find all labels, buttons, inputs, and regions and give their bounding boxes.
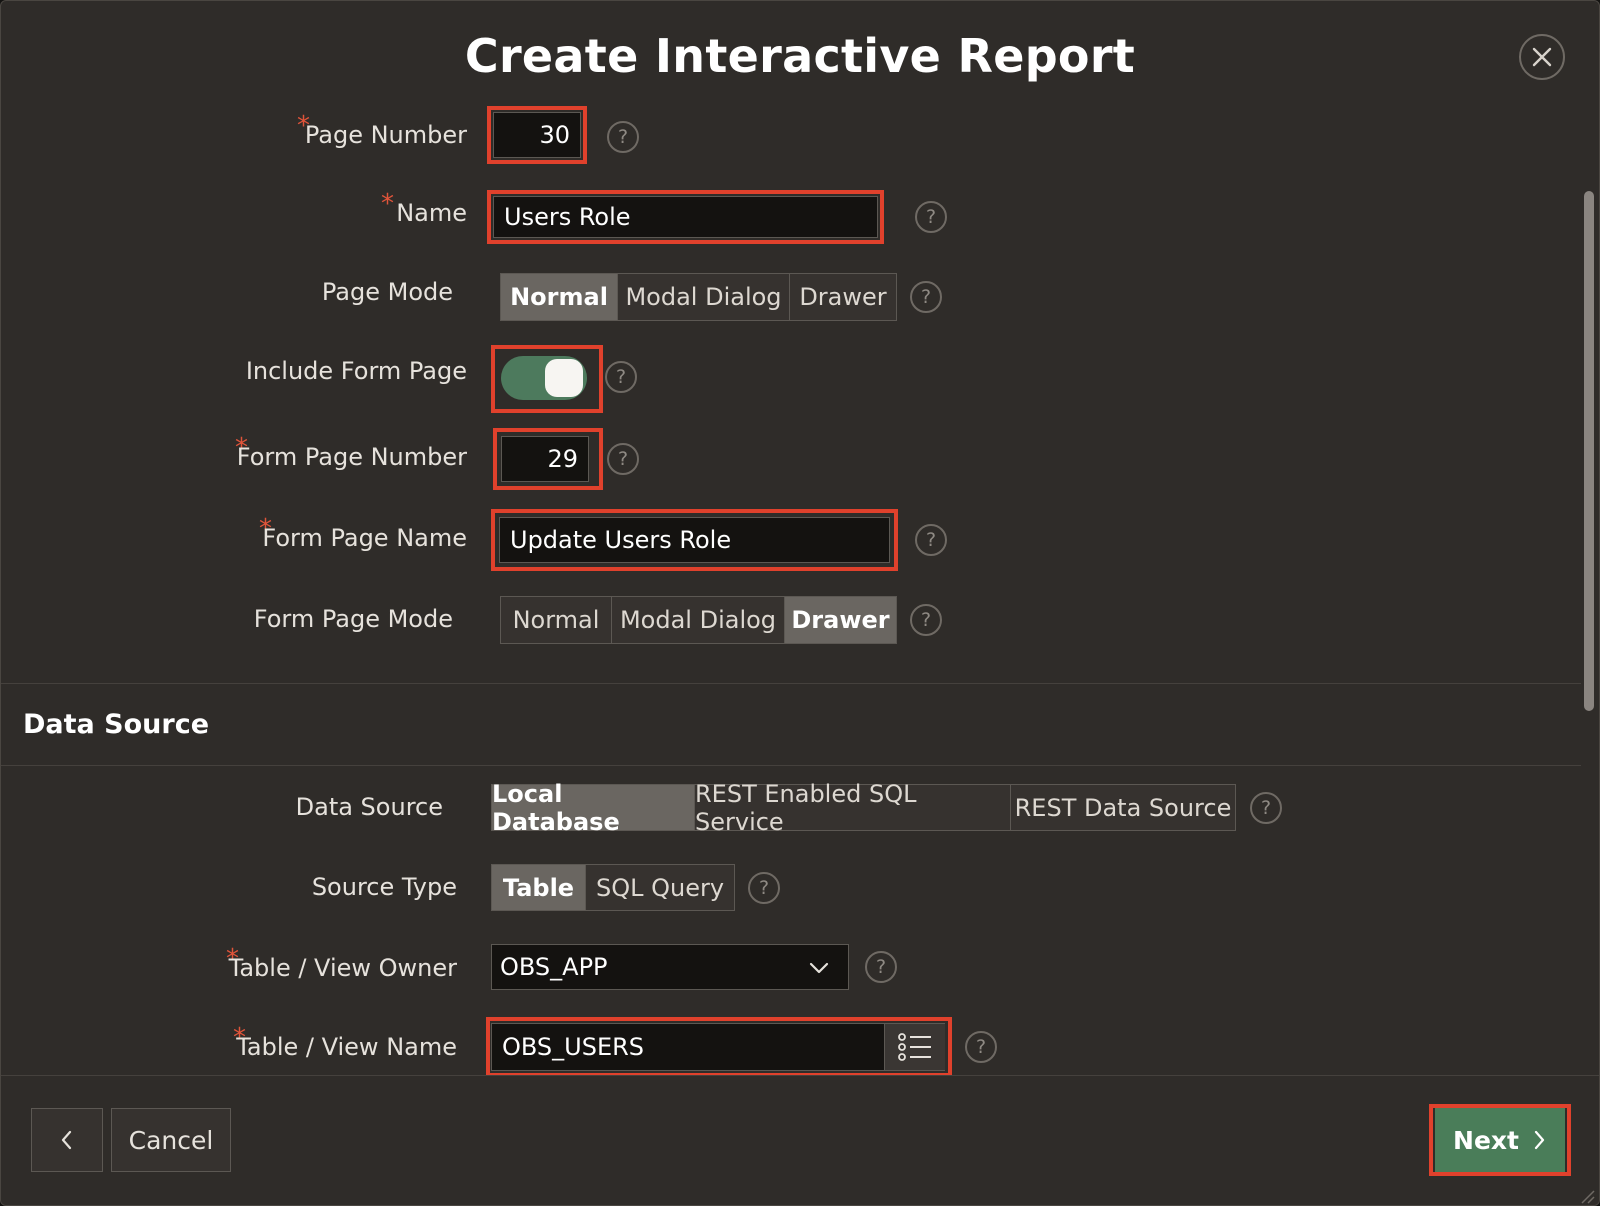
form-page-mode-drawer[interactable]: Drawer <box>785 597 896 643</box>
resize-grip-icon[interactable] <box>1577 1186 1595 1204</box>
dialog-footer: Cancel Next <box>1 1075 1599 1205</box>
create-interactive-report-dialog: Create Interactive Report * Page Number … <box>0 0 1600 1206</box>
source-type-sql-query[interactable]: SQL Query <box>586 865 734 910</box>
form-page-mode-help-icon[interactable]: ? <box>910 604 942 636</box>
page-mode-modal-dialog[interactable]: Modal Dialog <box>618 274 790 320</box>
form-page-name-input[interactable]: Update Users Role <box>499 517 890 563</box>
required-marker: * <box>381 189 394 219</box>
table-view-name-list-button[interactable] <box>884 1024 945 1070</box>
section-divider <box>1 765 1581 766</box>
data-source-rest-enabled-sql[interactable]: REST Enabled SQL Service <box>695 780 1011 836</box>
page-mode-segmented: Normal Modal Dialog Drawer <box>500 273 897 321</box>
name-input[interactable]: Users Role <box>493 196 878 238</box>
page-mode-label: Page Mode <box>321 278 453 306</box>
table-view-name-input[interactable]: OBS_USERS <box>491 1023 945 1071</box>
scrollbar-thumb[interactable] <box>1584 191 1594 711</box>
form-page-name-label: Form Page Name <box>262 524 467 552</box>
source-type-segmented: Table SQL Query <box>491 864 735 911</box>
chevron-right-icon <box>1534 1130 1545 1150</box>
name-label: Name <box>396 199 467 227</box>
form-page-number-input[interactable]: 29 <box>501 436 589 482</box>
page-number-label: Page Number <box>304 121 467 149</box>
include-form-page-toggle[interactable] <box>501 356 587 400</box>
section-divider <box>1 683 1581 684</box>
form-page-name-help-icon[interactable]: ? <box>915 524 947 556</box>
toggle-knob <box>545 359 583 397</box>
page-number-help-icon[interactable]: ? <box>607 121 639 153</box>
data-source-label: Data Source <box>295 793 443 821</box>
include-form-page-label: Include Form Page <box>245 357 467 385</box>
source-type-label: Source Type <box>311 873 457 901</box>
dialog-title: Create Interactive Report <box>464 29 1136 83</box>
table-view-owner-label: Table / View Owner <box>228 954 457 982</box>
chevron-left-icon <box>61 1130 72 1150</box>
data-source-help-icon[interactable]: ? <box>1250 792 1282 824</box>
page-mode-normal[interactable]: Normal <box>501 274 618 320</box>
data-source-segmented: Local Database REST Enabled SQL Service … <box>491 780 1236 836</box>
next-button[interactable]: Next <box>1435 1108 1565 1172</box>
back-button[interactable] <box>31 1108 103 1172</box>
close-button[interactable] <box>1519 34 1565 80</box>
data-source-local-database[interactable]: Local Database <box>492 780 695 836</box>
form-page-number-label: Form Page Number <box>236 443 467 471</box>
data-source-section-title: Data Source <box>23 709 210 740</box>
table-view-name-help-icon[interactable]: ? <box>965 1031 997 1063</box>
table-view-owner-value: OBS_APP <box>500 953 608 981</box>
source-type-help-icon[interactable]: ? <box>748 872 780 904</box>
form-page-mode-segmented: Normal Modal Dialog Drawer <box>500 596 897 644</box>
table-view-owner-select[interactable]: OBS_APP <box>491 944 849 990</box>
table-view-name-label: Table / View Name <box>236 1033 457 1061</box>
source-type-table[interactable]: Table <box>492 865 586 910</box>
chevron-down-icon <box>809 962 829 974</box>
table-view-name-value: OBS_USERS <box>502 1033 645 1061</box>
next-button-label: Next <box>1453 1125 1519 1155</box>
cancel-button[interactable]: Cancel <box>111 1108 231 1172</box>
form-page-number-help-icon[interactable]: ? <box>607 443 639 475</box>
list-icon <box>898 1033 931 1061</box>
name-help-icon[interactable]: ? <box>915 201 947 233</box>
page-number-input[interactable]: 30 <box>493 112 581 158</box>
close-icon <box>1532 47 1552 67</box>
include-form-page-help-icon[interactable]: ? <box>605 361 637 393</box>
form-page-mode-modal-dialog[interactable]: Modal Dialog <box>612 597 785 643</box>
form-page-mode-normal[interactable]: Normal <box>501 597 612 643</box>
page-mode-help-icon[interactable]: ? <box>910 281 942 313</box>
scrollbar[interactable] <box>1581 191 1597 711</box>
data-source-rest-data-source[interactable]: REST Data Source <box>1011 785 1235 830</box>
form-page-mode-label: Form Page Mode <box>253 605 453 633</box>
table-view-owner-help-icon[interactable]: ? <box>865 951 897 983</box>
page-mode-drawer[interactable]: Drawer <box>790 274 896 320</box>
